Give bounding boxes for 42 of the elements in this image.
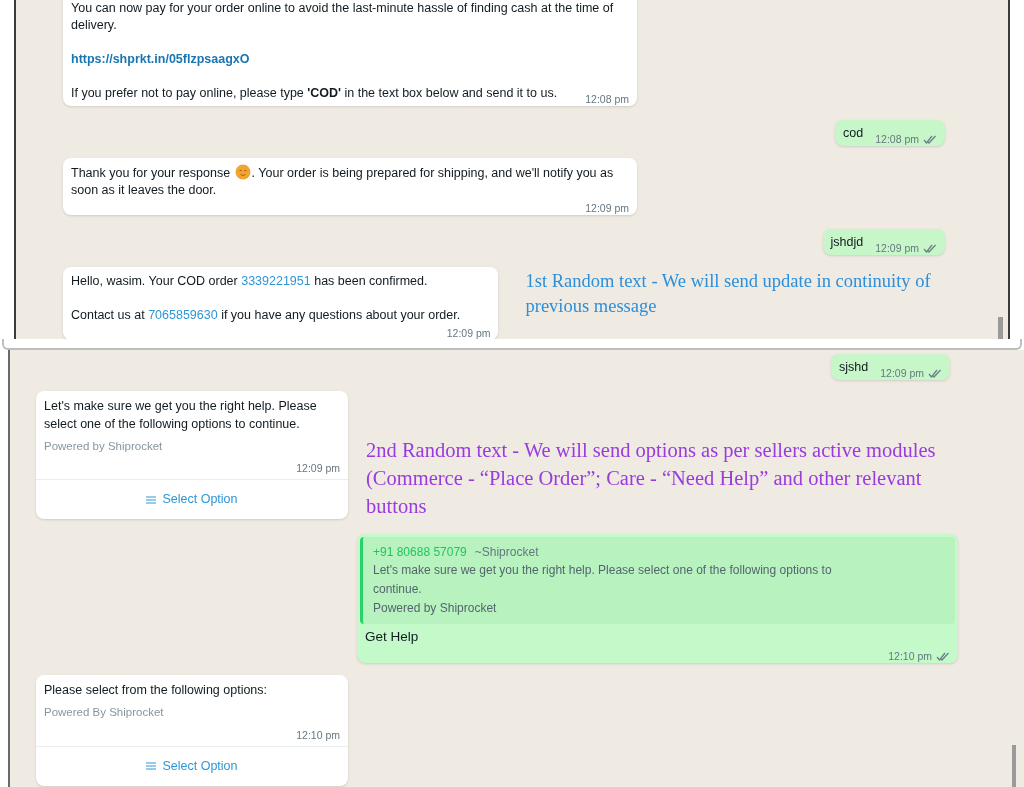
message-time: 12:09 pm: [296, 462, 340, 475]
quote-sender: +91 80688 57079: [373, 544, 467, 561]
message-text: sjshd: [839, 359, 869, 376]
message-time: 12:08 pm: [585, 93, 629, 105]
double-check-icon: [923, 134, 937, 144]
select-option-button[interactable]: Select Option: [36, 745, 348, 786]
message-text: Get Help: [364, 628, 420, 646]
double-check-icon: [936, 651, 950, 661]
message-time: 12:09 pm: [880, 367, 924, 379]
message-text: jshdjd: [830, 234, 864, 251]
message-time: 12:08 pm: [875, 133, 919, 145]
message-time: 12:10 pm: [888, 650, 932, 663]
message-time: 12:09 pm: [446, 327, 491, 339]
smiley-icon: [234, 164, 251, 180]
scrollbar-thumb[interactable]: [998, 317, 1003, 339]
double-check-icon: [923, 243, 937, 253]
message-text: Let's make sure we get you the right help. Please select one of the following options to continue.: [44, 398, 318, 433]
message-time: 12:09 pm: [585, 202, 629, 214]
list-icon: [146, 762, 157, 770]
message-text: You can now pay for your order online to avoid the last-minute hassle of finding cash at the time of delivery.: [71, 0, 615, 34]
double-check-icon: [928, 368, 942, 378]
message-time: 12:10 pm: [296, 728, 340, 741]
message-footer: Powered by Shiprocket: [44, 438, 340, 456]
annotation-text: 1st Random text - We will send update in continuity of previous message: [525, 270, 932, 318]
message-footer: Powered By Shiprocket: [44, 704, 340, 722]
select-option-button[interactable]: Select Option: [36, 479, 348, 520]
message-text: Thank you for your response . Your order is being prepared for shipping, and we'll notify you as soon as it leaves the door.: [71, 164, 615, 199]
quote-footer: Powered by Shiprocket: [373, 599, 955, 618]
message-text: Please select from the following options:: [44, 682, 269, 700]
message-text: If you prefer not to pay online, please type 'COD' in the text box below and send it to us.: [71, 85, 558, 102]
annotation-text: 2nd Random text - We will send options as per sellers active modules (Commerce - “Place Order”; Care - “Need Help” and other relevant buttons: [366, 438, 936, 519]
message-time: 12:09 pm: [875, 242, 919, 254]
message-text: Hello, wasim. Your COD order 3339221951 has been confirmed.: [71, 273, 428, 290]
message-text: Contact us at 7065859630 if you have any questions about your order.: [71, 307, 461, 324]
scrollbar-thumb[interactable]: [1012, 745, 1016, 787]
message-link[interactable]: 7065859630: [148, 308, 218, 322]
list-icon: [146, 495, 157, 504]
message-text: cod: [843, 125, 864, 142]
message-link[interactable]: https://shprkt.in/05flzpsaagxO: [71, 52, 250, 66]
quote-name: ~Shiprocket: [474, 544, 539, 561]
message-link[interactable]: 3339221951: [241, 274, 311, 288]
quote-text: Let's make sure we get you the right help. Please select one of the following options to continue.: [373, 562, 833, 598]
